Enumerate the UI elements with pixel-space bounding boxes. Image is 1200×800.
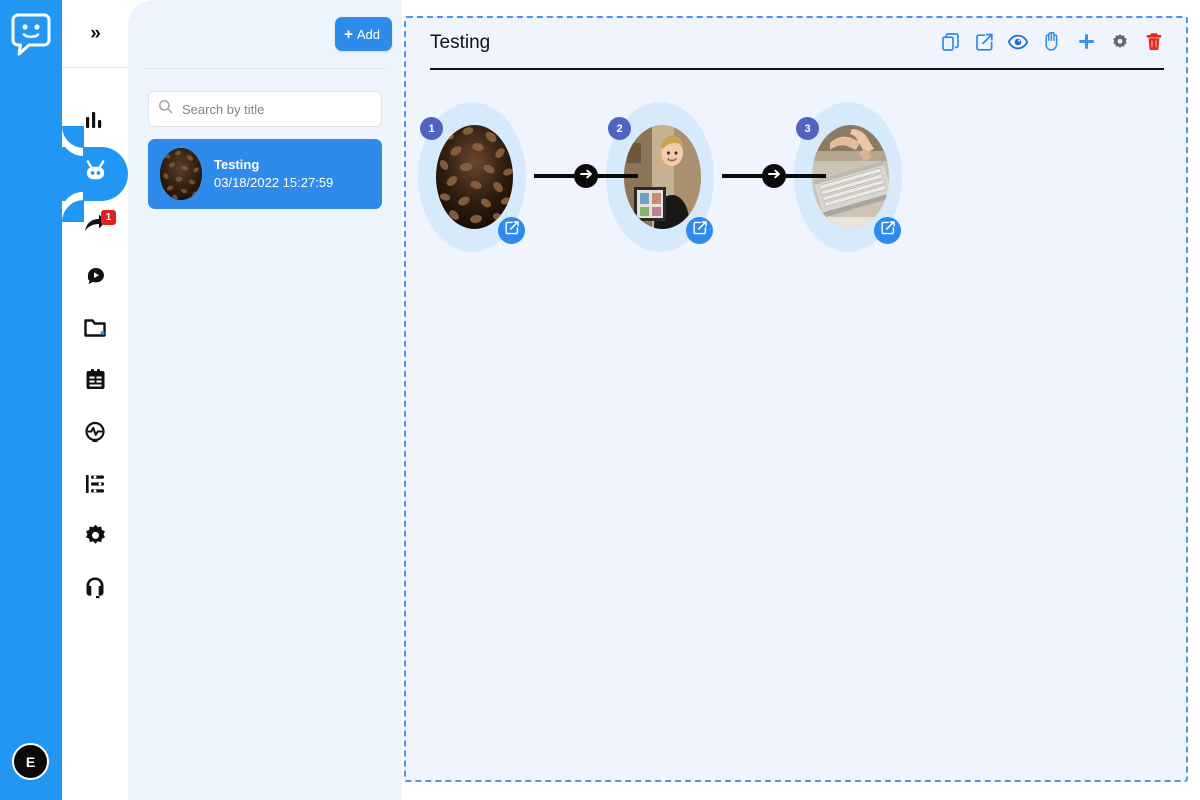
sidebar-item-lists[interactable] — [62, 460, 128, 512]
hand-icon — [1043, 31, 1061, 54]
canvas-header: Testing — [430, 31, 1164, 70]
sidebar-item-settings[interactable] — [62, 512, 128, 564]
clipboard-list-icon — [84, 368, 107, 397]
node-sequence-badge[interactable]: 3 — [796, 117, 819, 140]
brand-rail: E — [0, 0, 62, 800]
plus-icon: + — [344, 25, 353, 43]
item-date: 03/18/2022 15:27:59 — [214, 175, 334, 190]
flow-connector — [534, 164, 638, 188]
edit-square-icon — [693, 221, 707, 240]
bar-chart-icon — [83, 108, 107, 137]
delete-button[interactable] — [1144, 32, 1164, 54]
list-settings-icon — [84, 472, 106, 501]
external-link-icon — [975, 33, 993, 54]
search-input[interactable] — [180, 92, 381, 126]
node-sequence-badge[interactable]: 2 — [608, 117, 631, 140]
plus-icon — [1078, 33, 1095, 53]
node-edit-button[interactable] — [686, 217, 713, 244]
node-edit-button[interactable] — [498, 217, 525, 244]
list-panel-toolbar: + Add — [128, 0, 402, 68]
robot-icon — [82, 159, 109, 190]
flow-node[interactable]: 3 — [794, 102, 902, 270]
list-panel: + Add Search by title Testing 03/18/2022… — [128, 0, 402, 800]
item-thumbnail-coffee-beans — [160, 148, 202, 200]
preview-button[interactable] — [1007, 32, 1029, 54]
node-photo-coffee-beans — [436, 125, 513, 229]
search-icon — [158, 99, 173, 119]
item-title: Testing — [214, 157, 260, 173]
add-node-button[interactable] — [1076, 32, 1096, 54]
node-sequence-badge[interactable]: 1 — [420, 117, 443, 140]
pulse-icon — [83, 420, 107, 449]
flow-node[interactable]: 2 — [606, 102, 714, 270]
canvas-toolbar — [940, 31, 1164, 54]
chat-smiley-logo-icon[interactable] — [10, 12, 52, 56]
arrow-right-icon — [767, 167, 781, 185]
folder-icon — [83, 317, 107, 344]
sidebar-item-broadcast[interactable] — [62, 252, 128, 304]
add-button[interactable]: + Add — [335, 17, 392, 51]
trash-icon — [1146, 32, 1162, 54]
item-text: Testing 03/18/2022 15:27:59 — [214, 156, 333, 191]
chevron-double-right-icon: » — [90, 22, 101, 44]
settings-button[interactable] — [1110, 32, 1130, 54]
gear-icon — [1111, 33, 1129, 54]
sidebar-item-bots[interactable] — [0, 126, 128, 222]
search-box[interactable] — [148, 91, 382, 127]
connector-arrow-button[interactable] — [574, 164, 598, 188]
sidebar-item-support[interactable] — [62, 564, 128, 616]
broadcast-icon — [83, 264, 107, 293]
eye-icon — [1007, 34, 1029, 53]
pan-button[interactable] — [1042, 31, 1062, 54]
add-button-label: Add — [356, 26, 380, 42]
flow-canvas[interactable]: Testing 1 2 3 — [404, 16, 1188, 782]
gear-icon — [83, 523, 108, 553]
share-notification-badge: 1 — [101, 210, 116, 225]
item-list: Testing 03/18/2022 15:27:59 — [128, 127, 402, 209]
open-external-button[interactable] — [974, 32, 994, 54]
avatar[interactable]: E — [12, 743, 49, 780]
icon-nav: » 1 — [0, 0, 128, 800]
copy-icon — [941, 32, 959, 54]
flow-diagram: 1 2 3 — [406, 102, 1186, 272]
sidebar-item-files[interactable] — [62, 304, 128, 356]
flow-node[interactable]: 1 — [418, 102, 526, 270]
search-container — [128, 69, 402, 127]
sidebar-collapse-toggle[interactable]: » — [62, 0, 128, 68]
edit-square-icon — [881, 221, 895, 240]
copy-button[interactable] — [940, 32, 960, 54]
node-edit-button[interactable] — [874, 217, 901, 244]
arrow-right-icon — [579, 167, 593, 185]
headset-icon — [83, 575, 107, 605]
edit-square-icon — [505, 221, 519, 240]
page-title: Testing — [430, 32, 491, 53]
sidebar-item-activity[interactable] — [62, 408, 128, 460]
sidebar-item-tasks[interactable] — [62, 356, 128, 408]
nav-item-list: 1 — [0, 68, 128, 616]
app-root: E » 1 + Add Search by title Testing 03/1… — [0, 0, 1200, 800]
list-item[interactable]: Testing 03/18/2022 15:27:59 — [148, 139, 382, 209]
connector-arrow-button[interactable] — [762, 164, 786, 188]
flow-connector — [722, 164, 826, 188]
